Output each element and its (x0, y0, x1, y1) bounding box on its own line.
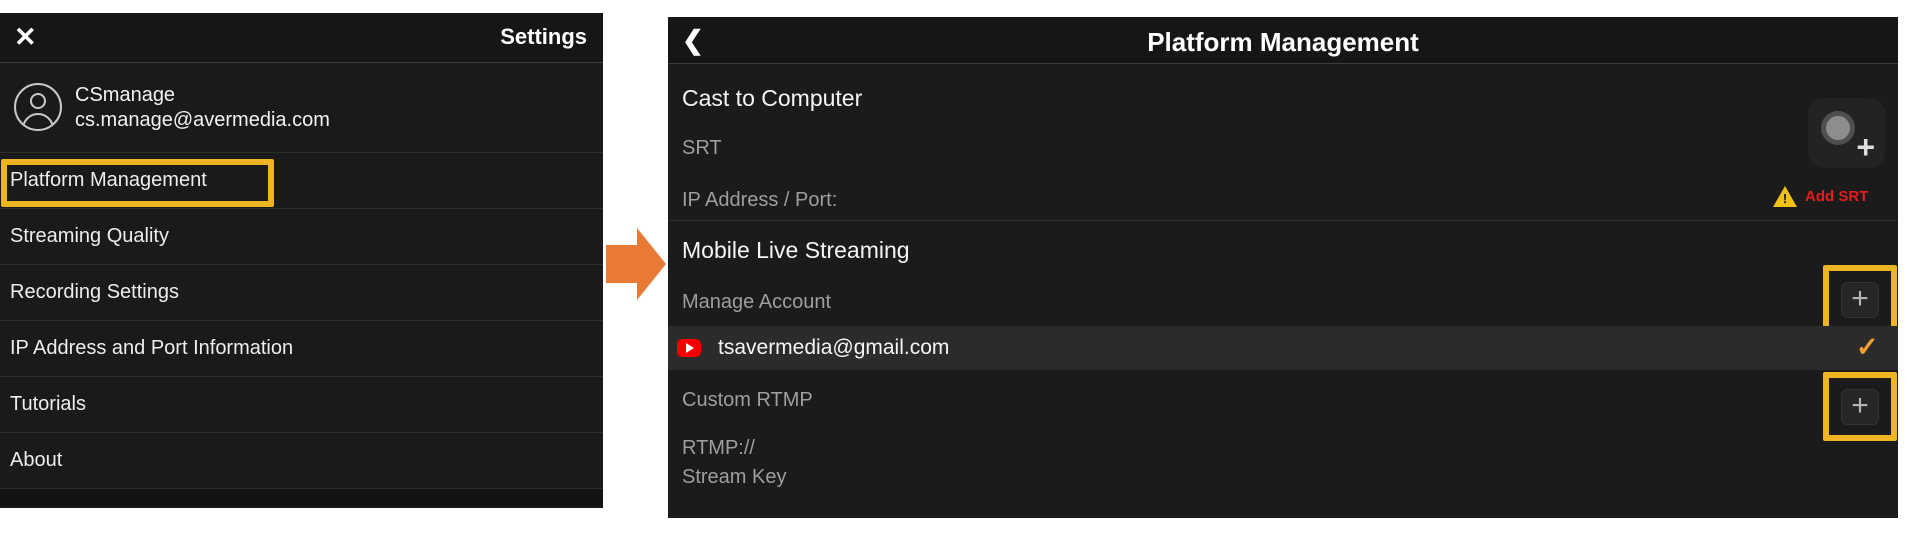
cast-to-computer-label: Cast to Computer (682, 85, 862, 112)
menu-item-label: Tutorials (10, 393, 86, 416)
menu-item-label: Streaming Quality (10, 225, 169, 248)
account-selected-check-icon: ✓ (1856, 332, 1879, 363)
menu-item-label: Recording Settings (10, 281, 179, 304)
user-avatar-icon (14, 83, 62, 131)
highlight-box-add-account: + (1823, 265, 1897, 335)
warning-triangle-icon: ! (1773, 186, 1797, 207)
add-srt-label: Add SRT (1805, 188, 1868, 205)
manage-account-label: Manage Account (682, 291, 831, 314)
youtube-account-row[interactable]: tsavermedia@gmail.com (668, 326, 1898, 370)
platform-management-panel: ❮ Platform Management Cast to Computer S… (668, 17, 1898, 518)
add-account-button[interactable]: + (1841, 282, 1879, 318)
add-rtmp-button[interactable]: + (1841, 389, 1879, 425)
sidebar-item-ip-address-port-info[interactable]: IP Address and Port Information (0, 321, 603, 377)
arrow-shaft-shape (606, 245, 637, 283)
page-title: Platform Management (668, 27, 1898, 58)
menu-item-label: IP Address and Port Information (10, 337, 293, 360)
rtmp-url-label: RTMP:// (682, 437, 755, 460)
avatar-head-shape (30, 93, 46, 109)
play-triangle-shape (686, 343, 694, 353)
mobile-live-streaming-label: Mobile Live Streaming (682, 237, 910, 264)
settings-panel: ✕ Settings CSmanage cs.manage@avermedia.… (0, 13, 603, 508)
account-email: cs.manage@avermedia.com (75, 108, 330, 133)
sidebar-item-about[interactable]: About (0, 433, 603, 489)
section-divider (668, 220, 1898, 221)
panel-bottom-strip (0, 489, 603, 506)
settings-title: Settings (500, 24, 587, 50)
add-cast-icon: + (1856, 129, 1875, 166)
screenshot-canvas: ✕ Settings CSmanage cs.manage@avermedia.… (0, 0, 1908, 546)
sidebar-item-tutorials[interactable]: Tutorials (0, 377, 603, 433)
arrow-head-shape (637, 228, 666, 300)
close-icon[interactable]: ✕ (14, 19, 37, 55)
menu-item-label: Platform Management (10, 169, 207, 192)
stream-key-label: Stream Key (682, 466, 786, 489)
warning-exclamation: ! (1773, 191, 1797, 206)
settings-header: ✕ Settings (0, 13, 603, 63)
account-name: CSmanage (75, 83, 330, 108)
sidebar-item-streaming-quality[interactable]: Streaming Quality (0, 209, 603, 265)
youtube-account-email: tsavermedia@gmail.com (718, 336, 949, 360)
cast-record-button[interactable]: + (1808, 98, 1885, 168)
ip-address-port-label: IP Address / Port: (682, 189, 837, 212)
account-texts: CSmanage cs.manage@avermedia.com (75, 83, 330, 133)
transition-arrow-icon (606, 228, 666, 300)
youtube-icon (677, 339, 701, 357)
highlight-box-add-rtmp: + (1823, 372, 1897, 441)
account-row[interactable]: CSmanage cs.manage@avermedia.com (0, 63, 603, 153)
sidebar-item-recording-settings[interactable]: Recording Settings (0, 265, 603, 321)
record-circle-icon (1821, 111, 1855, 145)
add-srt-warning[interactable]: ! Add SRT (1773, 186, 1868, 207)
custom-rtmp-label: Custom RTMP (682, 389, 813, 412)
sidebar-item-platform-management[interactable]: Platform Management (0, 153, 603, 209)
platform-management-header: ❮ Platform Management (668, 17, 1898, 64)
srt-label: SRT (682, 137, 722, 160)
menu-item-label: About (10, 449, 62, 472)
avatar-body-shape (22, 113, 54, 131)
